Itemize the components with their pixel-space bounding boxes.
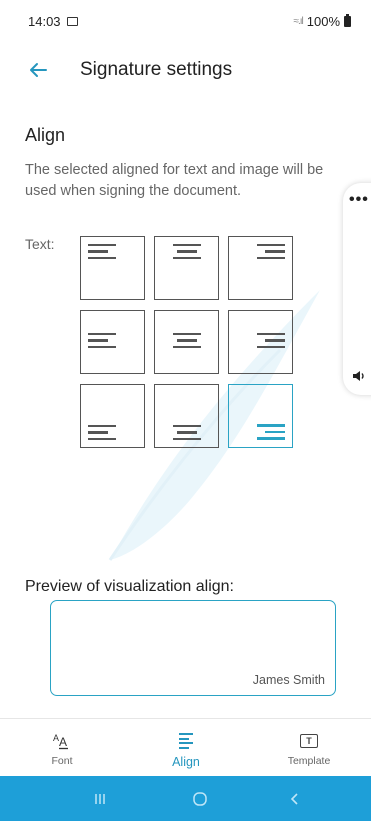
back-arrow-icon: [30, 63, 47, 77]
nav-template[interactable]: T Template: [247, 719, 371, 777]
text-align-label: Text:: [25, 236, 55, 252]
align-bottom-center[interactable]: [154, 384, 219, 448]
app-header: Signature settings: [0, 44, 371, 96]
align-bottom-left[interactable]: [80, 384, 145, 448]
back-nav-button[interactable]: [265, 776, 325, 821]
align-icon: [179, 731, 193, 751]
align-bottom-right[interactable]: [228, 384, 293, 448]
bottom-navigation: A A Font Align T Template: [0, 718, 371, 777]
nav-template-label: Template: [287, 755, 331, 767]
battery-icon: [344, 13, 351, 27]
template-icon: T: [300, 731, 318, 751]
nav-font[interactable]: A A Font: [0, 719, 124, 777]
nav-font-label: Font: [51, 755, 73, 767]
back-chevron-icon: [290, 792, 298, 805]
section-title: Align: [25, 125, 66, 145]
more-options-icon[interactable]: •••: [349, 191, 369, 209]
section-description: The selected aligned for text and image …: [25, 162, 324, 199]
align-top-left[interactable]: [80, 236, 145, 300]
preview-label: Preview of visualization align:: [25, 578, 234, 595]
align-top-center[interactable]: [154, 236, 219, 300]
align-middle-center[interactable]: [154, 310, 219, 374]
gallery-notification-icon: [66, 16, 78, 26]
back-button[interactable]: [26, 58, 50, 82]
page-title: Signature settings: [80, 59, 233, 80]
floating-side-panel[interactable]: •••: [343, 183, 371, 395]
signature-preview-box: James Smith: [50, 600, 336, 696]
preview-signature-name: James Smith: [252, 673, 325, 687]
home-icon: [193, 791, 207, 806]
font-icon: A A: [52, 731, 72, 751]
system-navigation-bar: [0, 776, 371, 821]
battery-percent: 100%: [306, 13, 340, 29]
volume-icon[interactable]: [352, 370, 366, 385]
home-button[interactable]: [170, 776, 230, 821]
align-middle-right[interactable]: [228, 310, 293, 374]
alignment-grid: [80, 236, 295, 450]
svg-text:A: A: [59, 735, 67, 749]
status-bar: 14:03 ≈.ıl 100%: [0, 0, 371, 42]
recent-apps-icon: [95, 793, 105, 804]
status-time: 14:03: [28, 13, 61, 29]
align-top-right[interactable]: [228, 236, 293, 300]
recent-apps-button[interactable]: [70, 776, 130, 821]
align-middle-left[interactable]: [80, 310, 145, 374]
wifi-signal-icon: ≈.ıl: [293, 15, 303, 27]
nav-align[interactable]: Align: [124, 719, 248, 777]
nav-align-label: Align: [172, 755, 200, 769]
